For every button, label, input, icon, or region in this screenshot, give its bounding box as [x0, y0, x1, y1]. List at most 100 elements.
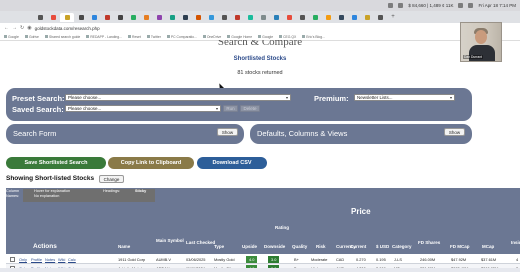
run-button[interactable]: Run [223, 105, 238, 112]
browser-tab[interactable] [322, 13, 334, 22]
column-header[interactable]: $ USD [376, 244, 389, 249]
column-header[interactable]: Downside [264, 244, 285, 249]
download-csv-button[interactable]: Download CSV [197, 157, 267, 169]
row-link-wiki[interactable]: Wiki [58, 257, 65, 262]
bookmark-item[interactable]: Eric's Blog... [302, 35, 325, 39]
browser-tab[interactable] [335, 13, 347, 22]
bookmark-item[interactable]: Gdrive [24, 35, 39, 39]
bookmark-item[interactable]: OneDrive [202, 35, 221, 39]
column-header[interactable]: Last Checked [186, 240, 215, 245]
bookmark-item[interactable]: PC Comparatio... [166, 35, 197, 39]
bookmark-icon [279, 35, 283, 39]
search-form-bar: Search Form Show [6, 124, 244, 144]
url-text[interactable]: goldstockdata.com/research.php [35, 26, 100, 31]
row-link-profile[interactable]: Profile [31, 257, 42, 262]
row-category: J-LS [394, 257, 402, 262]
browser-tab[interactable] [257, 13, 269, 22]
browser-tab[interactable] [192, 13, 204, 22]
browser-tab[interactable] [218, 13, 230, 22]
browser-tab[interactable] [101, 13, 113, 22]
column-header[interactable]: Current [350, 244, 366, 249]
browser-tab[interactable] [348, 13, 360, 22]
browser-tab[interactable] [270, 13, 282, 22]
bookmark-item[interactable]: Google [4, 35, 19, 39]
column-names-label: Column Names: [6, 189, 20, 198]
bookmark-item[interactable]: REDAPP - Landing... [86, 35, 122, 39]
bookmark-item[interactable]: Shared search guide [44, 35, 80, 39]
column-header[interactable]: Category [392, 244, 412, 249]
column-header[interactable]: Insider Owners [511, 240, 520, 245]
save-shortlisted-search-button[interactable]: Save Shortlisted Search [6, 157, 106, 169]
actions-header: Actions [33, 243, 57, 250]
search-form-show-button[interactable]: Show [217, 128, 238, 136]
bookmark-item[interactable]: Twitter [146, 34, 161, 39]
control-center-icon[interactable] [468, 3, 474, 8]
table-row[interactable]: Only Profile Notes Wiki Calc 1911 Gold Corp AU… [6, 255, 520, 264]
bookmark-item[interactable]: CEG.QX [279, 35, 296, 39]
browser-tab[interactable] [166, 13, 178, 22]
row-insider: 4 [516, 257, 519, 262]
preset-search-select[interactable]: Please choose... ▾ [65, 94, 291, 101]
row-link-calc[interactable]: Calc [68, 257, 76, 262]
column-header[interactable]: Type [214, 244, 224, 249]
row-link-notes[interactable]: Notes [45, 257, 55, 262]
browser-tab[interactable] [88, 13, 100, 22]
browser-tab[interactable] [296, 13, 308, 22]
browser-tab[interactable] [153, 13, 165, 22]
battery-icon[interactable] [458, 3, 464, 8]
browser-tab[interactable] [75, 13, 87, 22]
browser-tab[interactable] [205, 13, 217, 22]
bookmark-item[interactable]: Reset [128, 35, 141, 39]
column-header[interactable]: Upside [242, 244, 257, 249]
column-header[interactable]: MCap [482, 244, 494, 249]
new-tab-icon[interactable]: + [387, 13, 399, 22]
copy-link-button[interactable]: Copy Link to Clipboard [108, 157, 194, 169]
browser-tab[interactable] [283, 13, 295, 22]
browser-tab[interactable] [179, 13, 191, 22]
back-icon[interactable]: ← [4, 25, 9, 31]
defaults-show-button[interactable]: Show [444, 128, 465, 136]
reload-icon[interactable]: ↻ [20, 25, 24, 31]
headings-label: Headings: [103, 189, 121, 193]
column-header[interactable]: FD MCap [450, 244, 470, 249]
price-group-label: Price [351, 207, 371, 216]
delete-button[interactable]: Delete [240, 105, 260, 112]
browser-tab[interactable] [47, 13, 59, 22]
column-header[interactable]: FD Shares [418, 240, 440, 245]
browser-tab[interactable] [309, 13, 321, 22]
browser-tab[interactable] [34, 13, 46, 22]
change-button[interactable]: Change [99, 175, 124, 183]
bookmark-item[interactable]: Google Home [227, 35, 252, 39]
search-form-title: Search Form [13, 129, 57, 138]
column-header[interactable]: Name [118, 244, 130, 249]
browser-tab-active[interactable] [60, 12, 74, 22]
bookmark-label: Twitter [150, 34, 161, 39]
browser-tab[interactable] [127, 13, 139, 22]
headings-sticky-option[interactable]: Sticky [135, 189, 146, 194]
column-header[interactable]: Risk [316, 244, 326, 249]
browser-tab[interactable] [244, 13, 256, 22]
browser-tab[interactable] [361, 13, 373, 22]
bookmark-item[interactable]: Google [258, 35, 273, 39]
row-symbol: AUMB.V [156, 257, 171, 262]
column-header[interactable]: Main Symbol [156, 238, 184, 243]
row-link-only[interactable]: Only [19, 257, 27, 262]
menu-clock[interactable]: Fri Apr 18 7:14 PM [478, 3, 516, 8]
browser-tab[interactable] [231, 13, 243, 22]
hover-option[interactable]: Hover for explanation [34, 189, 70, 194]
browser-tab[interactable] [140, 13, 152, 22]
saved-search-select[interactable]: Please choose... ▾ [65, 105, 221, 112]
row-name[interactable]: 1911 Gold Corp [118, 257, 145, 262]
row-checkbox[interactable] [10, 257, 15, 262]
no-explanation-option[interactable]: No explanation [34, 194, 59, 199]
column-header[interactable]: Quality [292, 244, 307, 249]
bookmark-icon [302, 35, 306, 39]
browser-tab[interactable] [114, 13, 126, 22]
forward-icon[interactable]: → [12, 25, 17, 31]
site-info-icon[interactable]: ◉ [27, 25, 31, 31]
browser-tab[interactable] [374, 13, 386, 22]
wifi-icon[interactable] [398, 3, 404, 8]
status-icon[interactable] [388, 3, 394, 8]
premium-select[interactable]: Newsletter Lists... ▾ [354, 94, 455, 101]
row-type: Mostly Gold [214, 257, 235, 262]
